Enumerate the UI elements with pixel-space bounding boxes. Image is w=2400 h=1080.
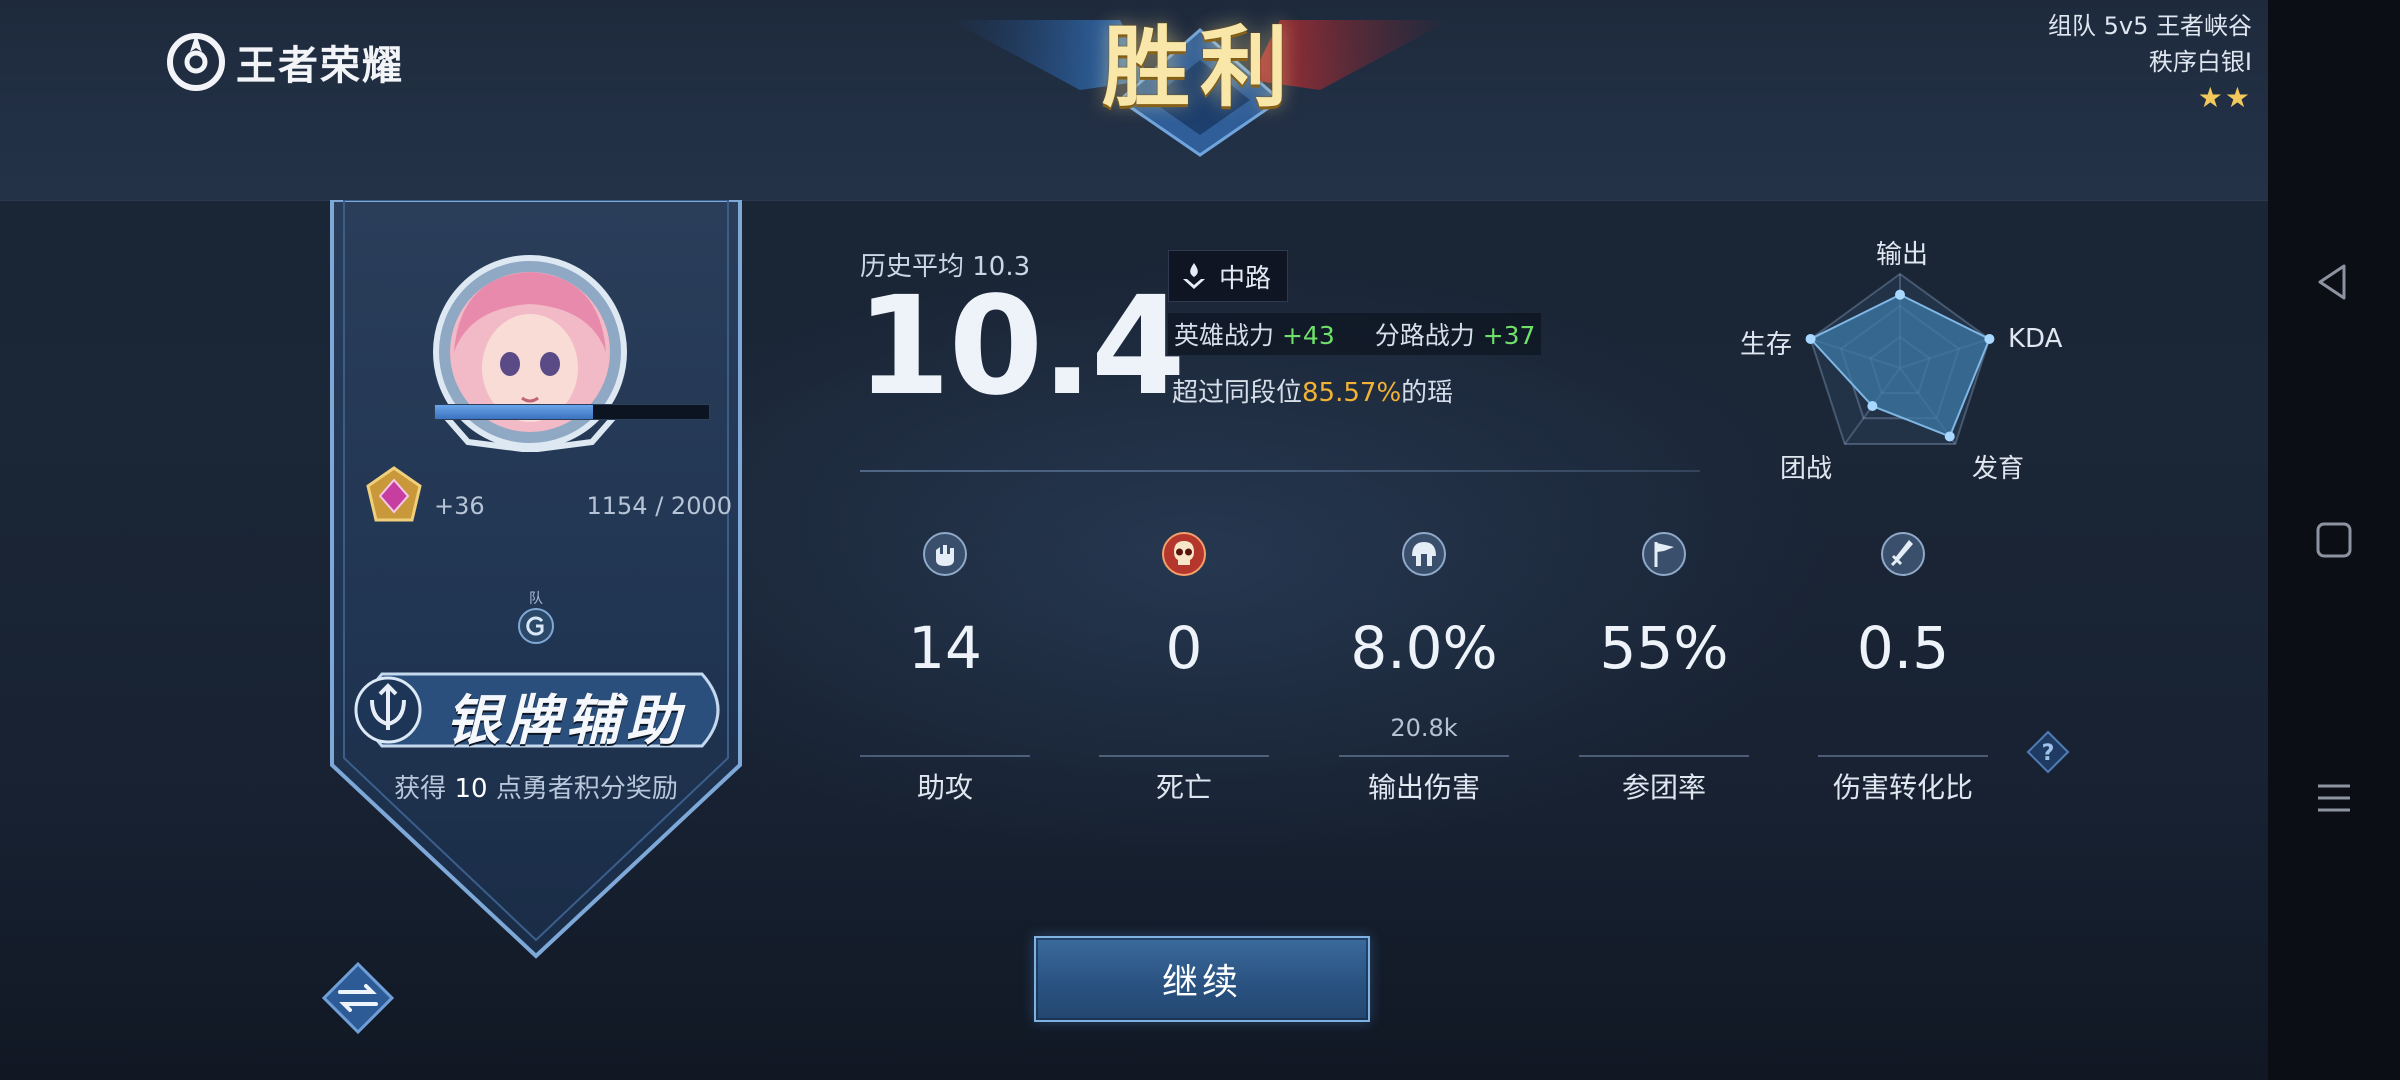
damage-value: 8.0% [1350,614,1498,682]
nav-menu-button[interactable] [2268,758,2400,838]
system-nav-bar [2268,0,2400,1080]
stat-damage-ratio: 0.5 伤害转化比 [1818,530,1988,810]
radar-label-growth: 发育 [1972,454,2025,484]
xp-gain: +36 [434,492,485,520]
game-logo: 王者荣耀 [164,30,404,94]
flag-icon [1642,532,1686,576]
reward-suffix: 点勇者积分奖励 [495,774,678,804]
rank-stars: ★★ [2197,81,2252,114]
nav-home-button[interactable] [2268,500,2400,580]
radar-label-survival: 生存 [1740,330,1793,360]
radar-label-kda: KDA [2008,324,2063,354]
sword-icon [1881,532,1925,576]
xp-total: 1154 / 2000 [586,492,733,520]
radar-label-teamfight: 团战 [1780,454,1833,484]
exceed-suffix: 的瑶 [1401,378,1454,408]
lane-power-value: +37 [1482,321,1536,350]
lane-chip: 中路 [1168,250,1289,302]
damage-ratio-value: 0.5 [1856,614,1950,682]
logo-emblem-icon [167,33,225,91]
back-triangle-icon [2318,264,2346,300]
radar-point-0 [1895,289,1905,300]
stat-deaths: 0 死亡 [1099,530,1269,810]
nav-back-button[interactable] [2268,242,2400,322]
xp-progress-fill [435,405,594,419]
team-emblem-icon [518,608,554,644]
damage-sub: 20.8k [1390,714,1458,742]
team-mark: 队 [529,591,543,607]
radar-point-2 [1944,431,1955,442]
continue-button[interactable]: 继续 [1034,936,1370,1022]
victory-title: 胜利 [1101,14,1298,119]
radar-point-3 [1867,401,1878,412]
deaths-underline [1099,755,1269,757]
level-crest-icon [366,466,422,522]
reward-text: 获得 10 点勇者积分奖励 [330,768,742,805]
damage-ratio-underline [1818,755,1988,757]
player-card: +36 1154 / 2000 队 银牌辅助 获得 10 点勇者积分奖励 [330,200,742,960]
honor-badge-title: 银牌辅助 [446,689,686,752]
match-score: 10.4 [856,268,1186,426]
participation-value: 55% [1599,614,1729,682]
lane-power: 分路战力 +37 [1375,316,1536,352]
exceed-prefix: 超过同段位 [1172,378,1303,408]
fist-icon [923,532,967,576]
rank-tier: 秩序白银I [2148,48,2252,76]
radar-point-4 [1805,333,1816,344]
assists-underline [860,755,1030,757]
reward-points: 10 [454,774,488,804]
deaths-value: 0 [1165,614,1203,682]
match-mode: 组队 5v5 王者峡谷 [2048,12,2252,40]
mid-lane-icon [1183,263,1205,289]
hero-avatar [430,252,630,454]
stat-damage: 8.0% 20.8k 输出伤害 [1339,530,1509,810]
avatar-portrait [433,255,627,454]
assists-value: 14 [908,614,982,682]
victory-banner: 胜利 [950,0,1450,160]
reward-prefix: 获得 [394,774,447,804]
performance-radar: 输出 KDA 发育 团战 生存 [1700,220,2100,500]
hero-power-value: +43 [1281,321,1335,350]
damage-ratio-label: 伤害转化比 [1832,771,1973,804]
rank-exceed-text: 超过同段位85.57%的瑶 [1172,372,1453,409]
home-square-icon [2316,522,2352,558]
svg-text:?: ? [2042,741,2055,766]
deaths-label: 死亡 [1155,771,1212,804]
score-divider [860,470,1700,472]
honor-badge: 银牌辅助 [342,670,736,752]
radar-label-output: 输出 [1876,240,1929,270]
hero-power-label: 英雄战力 [1174,321,1275,350]
lane-label: 中路 [1219,263,1272,294]
menu-lines-icon [2318,784,2350,812]
victory-screen: 王者荣耀 胜利 组队 5v5 王者峡谷 秩序白银I ★★ +36 1154 / … [0,0,2400,1080]
xp-progress-bar [434,404,710,420]
participation-label: 参团率 [1621,771,1706,804]
skull-icon [1162,532,1206,576]
stat-participation: 55% 参团率 [1579,530,1749,810]
damage-label: 输出伤害 [1367,771,1480,804]
logo-text: 王者荣耀 [236,43,404,89]
hero-power: 英雄战力 +43 [1174,316,1335,352]
participation-underline [1579,755,1749,757]
lane-power-label: 分路战力 [1374,321,1475,350]
assists-label: 助攻 [916,771,973,804]
swap-view-icon[interactable] [320,960,396,1036]
help-icon[interactable]: ? [2026,730,2070,774]
power-gain-row: 英雄战力 +43 分路战力 +37 [1168,313,1542,355]
helmet-icon [1402,532,1446,576]
match-mode-info: 组队 5v5 王者峡谷 秩序白银I ★★ [2048,8,2252,116]
exceed-percent: 85.57% [1302,378,1402,408]
radar-point-1 [1984,333,1995,344]
damage-underline [1339,755,1509,757]
stat-assists: 14 助攻 [860,530,1030,810]
